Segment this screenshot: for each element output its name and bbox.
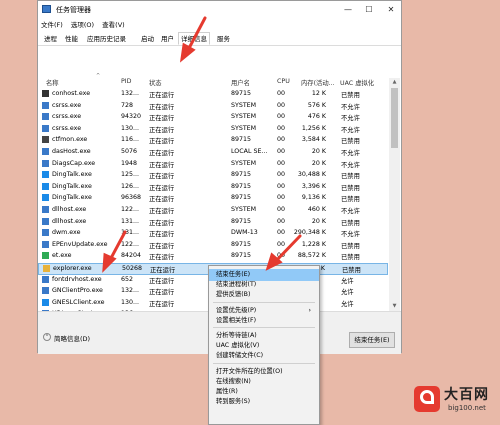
watermark: 大百网 big100.net (410, 380, 500, 425)
arrow-head-explorer (102, 252, 117, 273)
watermark-logo-icon (414, 386, 440, 412)
watermark-title: 大百网 (444, 387, 489, 403)
arrow-to-end-task (273, 234, 302, 264)
watermark-url: big100.net (448, 404, 486, 412)
arrow-to-explorer (108, 230, 127, 262)
arrow-head-details (179, 42, 196, 63)
annotation-arrows (102, 16, 302, 273)
